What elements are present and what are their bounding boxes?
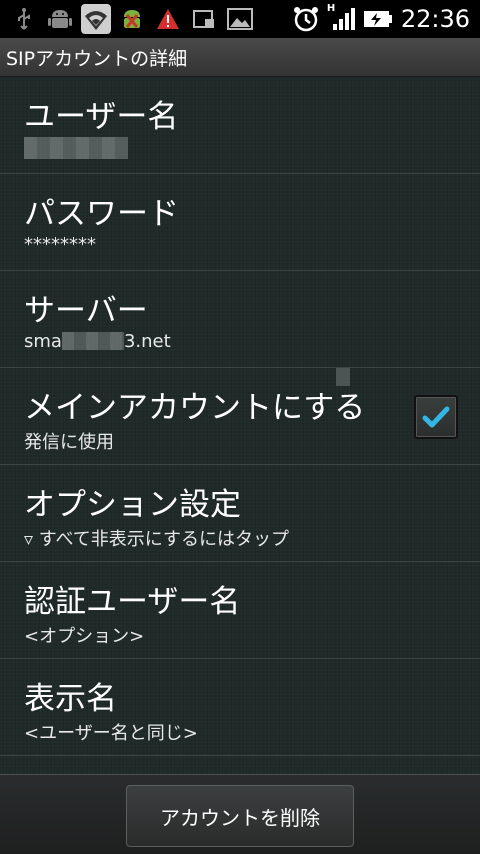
pref-auth-username[interactable]: 認証ユーザー名 <オプション> (0, 562, 480, 659)
status-bar: H 22:36 (0, 0, 480, 38)
usb-icon (6, 0, 42, 38)
pref-server-summary: sma 3.net (24, 331, 171, 352)
page-title: SIPアカウントの詳細 (6, 47, 188, 70)
server-suffix: 3.net (123, 331, 171, 352)
network-type-label: H (326, 3, 336, 14)
pref-password[interactable]: パスワード ******** (0, 174, 480, 271)
title-bar: SIPアカウントの詳細 (0, 38, 480, 77)
pref-main-account-summary: 発信に使用 (24, 432, 114, 453)
pref-auth-username-title: 認証ユーザー名 (24, 584, 241, 620)
pref-display-name[interactable]: 表示名 <ユーザー名と同じ> (0, 659, 480, 756)
pref-optional-settings-summary: ▿ すべて非表示にするにはタップ (24, 529, 289, 550)
screenshot-icon (186, 0, 222, 38)
delete-account-button[interactable]: アカウントを削除 (126, 785, 354, 847)
pref-password-title: パスワード (24, 196, 179, 232)
redaction-mark (336, 368, 350, 386)
pref-display-name-summary: <ユーザー名と同じ> (24, 723, 198, 744)
pref-optional-settings-title: オプション設定 (24, 487, 241, 523)
pref-username-title: ユーザー名 (24, 99, 179, 135)
pref-username-summary (24, 137, 128, 159)
pref-server-title: サーバー (24, 293, 148, 329)
android-alert-icon (114, 0, 150, 38)
pref-username[interactable]: ユーザー名 (0, 77, 480, 174)
clock: 22:36 (400, 5, 470, 33)
battery-charging-icon (359, 0, 397, 38)
image-icon (222, 0, 258, 38)
signal-icon: H (323, 0, 359, 38)
checkmark-icon (422, 406, 450, 428)
main-account-checkbox[interactable] (414, 395, 458, 439)
server-prefix: sma (24, 331, 62, 352)
pref-password-summary: ******** (24, 234, 96, 255)
pref-optional-settings[interactable]: オプション設定 ▿ すべて非表示にするにはタップ (0, 465, 480, 562)
pref-main-account-title: メインアカウントにする (24, 390, 366, 426)
android-debug-icon (42, 0, 78, 38)
pref-auth-username-summary: <オプション> (24, 626, 145, 647)
pref-display-name-title: 表示名 (24, 681, 117, 717)
alarm-icon (289, 0, 323, 38)
pref-server[interactable]: サーバー sma 3.net (0, 271, 480, 368)
wifi-icon (78, 0, 114, 38)
redacted-server (61, 332, 124, 350)
pref-main-account[interactable]: メインアカウントにする 発信に使用 (0, 368, 480, 465)
warning-icon (150, 0, 186, 38)
bottom-button-bar: アカウントを削除 (0, 774, 480, 854)
preference-list: ユーザー名 パスワード ******** サーバー sma 3.net メインアカ… (0, 77, 480, 756)
redacted-username (24, 137, 128, 159)
